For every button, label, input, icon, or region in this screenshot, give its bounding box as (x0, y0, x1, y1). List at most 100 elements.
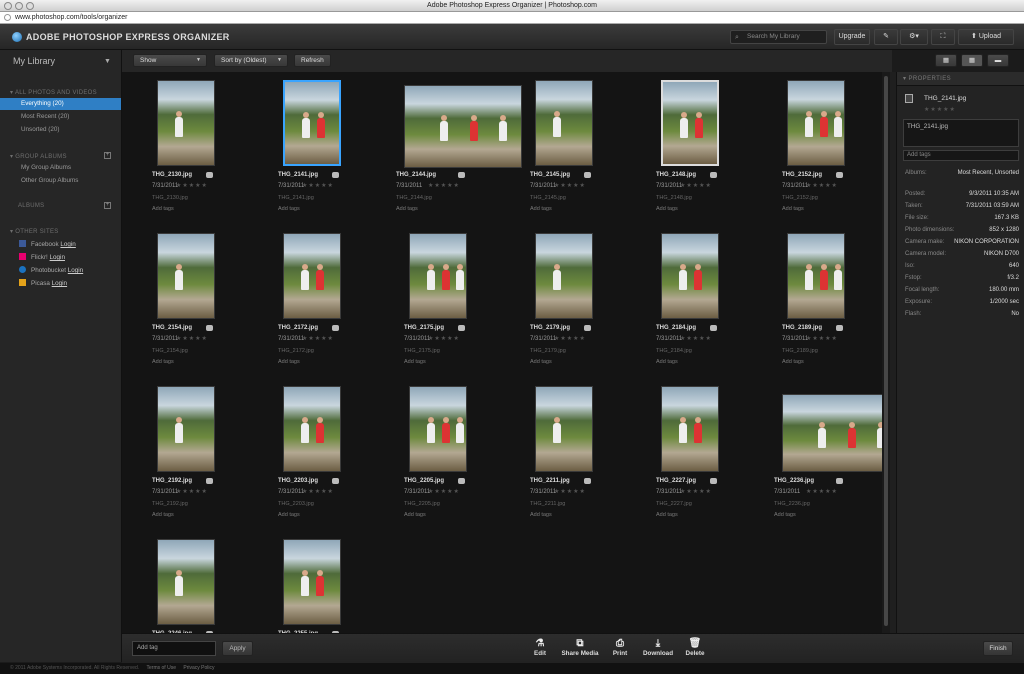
add-tag-input[interactable]: Add tag (132, 641, 216, 656)
rating-stars[interactable]: ★★★★★ (806, 488, 838, 495)
add-tags-link[interactable]: Add tags (530, 206, 552, 212)
comment-icon[interactable] (332, 325, 339, 331)
url-text[interactable]: www.photoshop.com/tools/organizer (15, 14, 127, 21)
comment-icon[interactable] (584, 325, 591, 331)
zoom-window-button[interactable] (26, 2, 34, 10)
add-tags-link[interactable]: Add tags (404, 512, 426, 518)
photo-card[interactable]: THG_2145.jpg 7/31/2011 ★★★★★ THG_2145.jpg Ad… (522, 80, 642, 230)
add-tags-link[interactable]: Add tags (656, 359, 678, 365)
comment-icon[interactable] (458, 172, 465, 178)
photo-card[interactable]: THG_2227.jpg 7/31/2011 ★★★★★ THG_2227.jpg Ad… (648, 386, 768, 536)
refresh-button[interactable]: Refresh (294, 54, 331, 67)
address-bar[interactable]: www.photoshop.com/tools/organizer (0, 12, 1024, 24)
add-tags-link[interactable]: Add tags (278, 512, 300, 518)
photo-thumbnail[interactable] (157, 233, 215, 319)
photo-thumbnail[interactable] (283, 539, 341, 625)
photo-thumbnail[interactable] (404, 85, 522, 168)
photo-thumbnail[interactable] (283, 386, 341, 472)
photo-card[interactable]: THG_2179.jpg 7/31/2011 ★★★★★ THG_2179.jpg Ad… (522, 233, 642, 383)
delete-button[interactable]: 🗑 Delete (682, 637, 708, 657)
edit-tool-button[interactable]: ✎ (874, 29, 898, 45)
properties-header[interactable]: ▾ PROPERTIES (897, 72, 1024, 86)
photo-thumbnail[interactable] (661, 386, 719, 472)
view-small-button[interactable]: ▦ (935, 54, 957, 67)
upgrade-button[interactable]: Upgrade (834, 29, 870, 45)
add-tags-link[interactable]: Add tags (278, 206, 300, 212)
rating-stars[interactable]: ★★★★★ (680, 488, 712, 495)
photo-card[interactable]: THG_2205.jpg 7/31/2011 ★★★★★ THG_2205.jpg Ad… (396, 386, 516, 536)
sidebar-item-my-group-albums[interactable]: My Group Albums (0, 162, 121, 174)
add-tags-link[interactable]: Add tags (278, 359, 300, 365)
add-tags-link[interactable]: Add tags (396, 206, 418, 212)
photo-card[interactable]: THG_2246.jpg (144, 539, 264, 633)
sort-dropdown[interactable]: Sort by (Oldest) ▼ (214, 54, 288, 67)
section-albums[interactable]: ALBUMS (18, 203, 44, 209)
rating-stars[interactable]: ★★★★★ (176, 335, 208, 342)
comment-icon[interactable] (710, 172, 717, 178)
photo-thumbnail[interactable] (787, 80, 845, 166)
share-media-button[interactable]: ⧉ Share Media (560, 637, 600, 657)
terms-of-use-link[interactable]: Terms of Use (147, 665, 176, 671)
comment-icon[interactable] (836, 172, 843, 178)
comment-icon[interactable] (710, 325, 717, 331)
photo-card[interactable]: THG_2211.jpg 7/31/2011 ★★★★★ THG_2211.jpg Ad… (522, 386, 642, 536)
print-button[interactable]: ⎙ Print (609, 637, 631, 657)
rating-stars[interactable]: ★★★★★ (554, 182, 586, 189)
photo-thumbnail[interactable] (157, 80, 215, 166)
search-input[interactable]: ⌕ Search My Library (730, 30, 827, 44)
finish-button[interactable]: Finish (983, 641, 1013, 656)
photo-thumbnail[interactable] (283, 80, 341, 166)
comment-icon[interactable] (836, 478, 843, 484)
photo-thumbnail[interactable] (535, 386, 593, 472)
comment-icon[interactable] (584, 478, 591, 484)
section-other-sites[interactable]: ▾ OTHER SITES (10, 228, 59, 235)
section-group-albums[interactable]: ▾ GROUP ALBUMS (10, 153, 67, 160)
edit-button[interactable]: ⚗ Edit (530, 637, 550, 657)
photo-card[interactable]: THG_2175.jpg 7/31/2011 ★★★★★ THG_2175.jpg Ad… (396, 233, 516, 383)
add-tags-link[interactable]: Add tags (656, 206, 678, 212)
add-tags-link[interactable]: Add tags (530, 512, 552, 518)
comment-icon[interactable] (206, 172, 213, 178)
login-link[interactable]: Login (52, 280, 67, 287)
caption-field[interactable]: THG_2141.jpg (903, 119, 1019, 147)
site-picasa[interactable]: Picasa Login (19, 279, 67, 287)
sidebar-item-unsorted[interactable]: Unsorted (20) (0, 124, 121, 136)
scrollbar-thumb[interactable] (884, 76, 888, 626)
comment-icon[interactable] (206, 325, 213, 331)
fullscreen-button[interactable]: ⛶ (931, 29, 955, 45)
login-link[interactable]: Login (68, 267, 83, 274)
photo-card[interactable]: THG_2152.jpg 7/31/2011 ★★★★★ THG_2152.jpg Ad… (774, 80, 882, 230)
add-tags-link[interactable]: Add tags (774, 512, 796, 518)
add-tags-link[interactable]: Add tags (404, 359, 426, 365)
photo-card[interactable]: THG_2236.jpg 7/31/2011 ★★★★★ THG_2236.jpg Ad… (774, 386, 882, 536)
photo-card[interactable]: THG_2148.jpg 7/31/2011 ★★★★★ THG_2148.jpg Ad… (648, 80, 768, 230)
photo-thumbnail[interactable] (787, 233, 845, 319)
add-tags-link[interactable]: Add tags (152, 206, 174, 212)
photo-thumbnail[interactable] (157, 539, 215, 625)
add-group-album-button[interactable]: + (104, 152, 111, 159)
comment-icon[interactable] (836, 325, 843, 331)
comment-icon[interactable] (458, 478, 465, 484)
minimize-window-button[interactable] (15, 2, 23, 10)
rating-stars[interactable]: ★★★★★ (554, 488, 586, 495)
photo-card[interactable]: THG_2172.jpg 7/31/2011 ★★★★★ THG_2172.jpg Ad… (270, 233, 390, 383)
photo-thumbnail[interactable] (782, 394, 882, 472)
rating-stars[interactable]: ★★★★★ (176, 488, 208, 495)
add-tags-link[interactable]: Add tags (782, 206, 804, 212)
photo-thumbnail[interactable] (661, 80, 719, 166)
add-tags-input[interactable]: Add tags (903, 150, 1019, 161)
rating-stars[interactable]: ★★★★★ (302, 488, 334, 495)
sidebar-item-most-recent[interactable]: Most Recent (20) (0, 111, 121, 123)
rating-stars[interactable]: ★★★★★ (428, 488, 460, 495)
rating-stars[interactable]: ★★★★★ (428, 335, 460, 342)
photo-card[interactable]: THG_2203.jpg 7/31/2011 ★★★★★ THG_2203.jpg Ad… (270, 386, 390, 536)
photo-thumbnail[interactable] (283, 233, 341, 319)
photo-thumbnail[interactable] (661, 233, 719, 319)
comment-icon[interactable] (458, 325, 465, 331)
comment-icon[interactable] (206, 478, 213, 484)
rating-stars[interactable]: ★★★★★ (176, 182, 208, 189)
rating-stars[interactable]: ★★★★★ (302, 182, 334, 189)
section-all-photos[interactable]: ▾ ALL PHOTOS AND VIDEOS (10, 89, 97, 96)
rating-stars[interactable]: ★★★★★ (302, 335, 334, 342)
add-tags-link[interactable]: Add tags (530, 359, 552, 365)
